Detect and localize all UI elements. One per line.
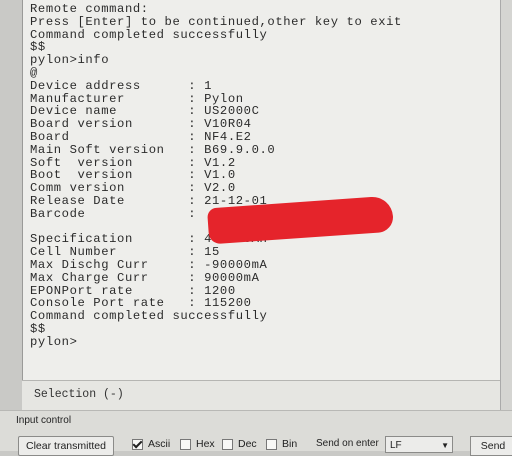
vertical-scrollbar[interactable] xyxy=(500,0,512,410)
terminal-line-text: Barcode : xyxy=(30,206,197,221)
send-on-enter-label: Send on enter xyxy=(316,438,379,449)
bin-label: Bin xyxy=(282,438,298,450)
input-control-title: Input control xyxy=(16,415,72,426)
selection-label: Selection (-) xyxy=(34,388,124,401)
terminal-line-text: pylon> xyxy=(30,334,78,349)
input-control-panel: Input control Clear transmitted Ascii He… xyxy=(0,410,512,456)
terminal-line: pylon>info xyxy=(30,54,501,67)
ascii-option[interactable]: Ascii xyxy=(132,438,170,450)
chevron-down-icon: ▼ xyxy=(441,441,449,450)
ascii-checkbox[interactable] xyxy=(132,438,143,450)
hex-label: Hex xyxy=(196,438,215,450)
terminal-line: pylon> xyxy=(30,334,501,349)
clear-transmitted-button[interactable]: Clear transmitted xyxy=(18,436,114,456)
dec-checkbox[interactable] xyxy=(222,438,233,450)
bin-option[interactable]: Bin xyxy=(266,438,297,450)
terminal-line: Command completed successfully xyxy=(30,310,501,323)
hex-option[interactable]: Hex xyxy=(180,438,215,450)
send-on-enter-select[interactable]: LF ▼ xyxy=(385,436,453,453)
terminal-line-text: pylon>info xyxy=(30,53,110,68)
ascii-label: Ascii xyxy=(148,438,171,450)
terminal-lines: Remote command: Press [Enter] to be conti… xyxy=(30,3,501,349)
send-on-enter-value: LF xyxy=(390,440,402,451)
bin-checkbox[interactable] xyxy=(266,438,277,450)
send-button[interactable]: Send xyxy=(470,436,512,456)
terminal-line: Command completed successfully xyxy=(30,27,501,42)
hex-checkbox[interactable] xyxy=(180,438,191,450)
dec-option[interactable]: Dec xyxy=(222,438,257,450)
terminal-output[interactable]: Remote command: Press [Enter] to be conti… xyxy=(22,0,501,380)
terminal-line: $$ xyxy=(30,323,501,336)
dec-label: Dec xyxy=(238,438,257,450)
terminal-line-text: Command completed successfully xyxy=(30,309,268,324)
terminal-line-text: Command completed successfully xyxy=(30,27,268,42)
selection-bar: Selection (-) xyxy=(22,380,500,411)
